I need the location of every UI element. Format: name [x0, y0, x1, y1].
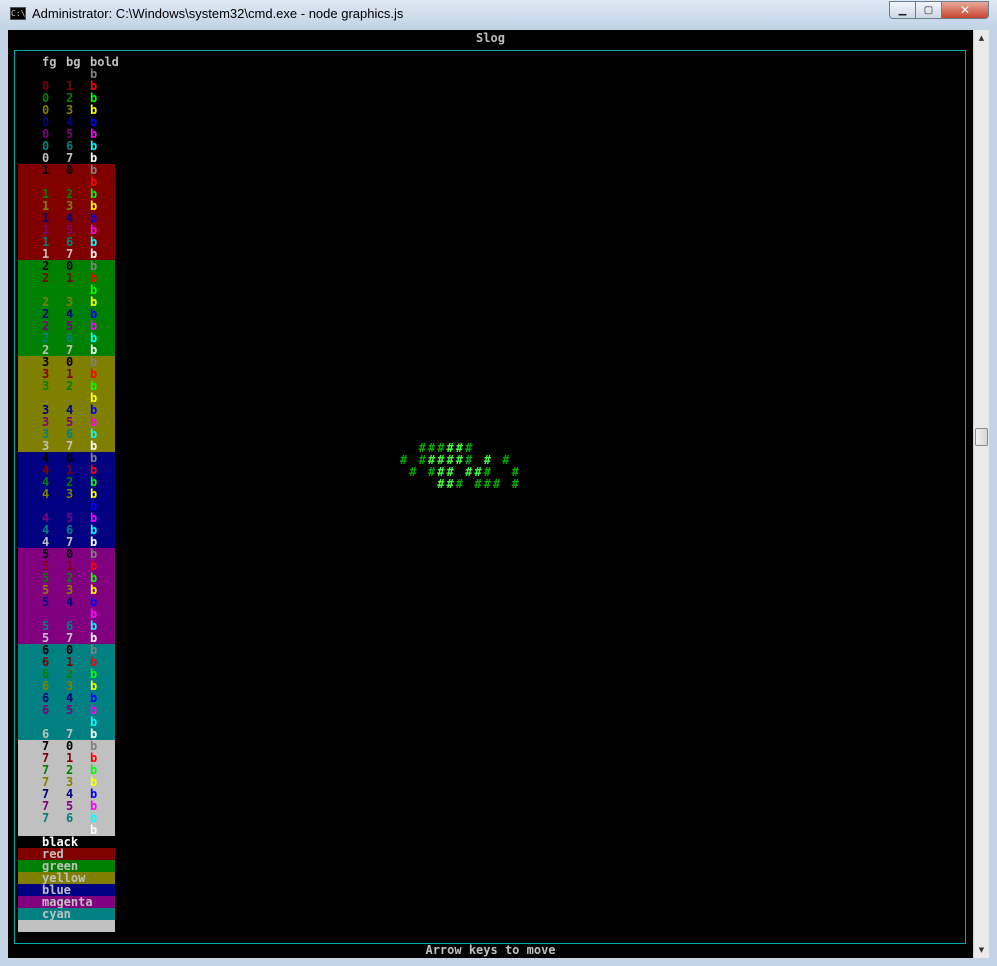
console-title: Slog — [476, 31, 505, 45]
fg-value: 1 — [42, 163, 50, 177]
color-swatch — [18, 920, 115, 932]
sprite-cell: # — [418, 453, 426, 467]
sprite-cell: # — [502, 453, 510, 467]
sprite-cell: # — [437, 477, 445, 491]
scroll-up-icon[interactable]: ▲ — [974, 30, 989, 46]
minimize-icon: ▁ — [898, 4, 907, 16]
title-bar: C:\ Administrator: C:\Windows\system32\c… — [0, 0, 997, 28]
fg-value: 5 — [42, 595, 50, 609]
console-footer: Arrow keys to move — [425, 943, 556, 957]
scroll-down-icon[interactable]: ▼ — [974, 942, 989, 958]
bold-sample: b — [90, 823, 98, 837]
maximize-button[interactable]: ▢ — [916, 1, 942, 19]
minimize-button[interactable]: ▁ — [889, 1, 916, 19]
sprite-cell: # — [427, 465, 436, 479]
console-frame — [14, 50, 966, 944]
bg-value: 5 — [66, 703, 74, 717]
cmd-icon[interactable]: C:\ — [10, 7, 26, 20]
bg-value: 0 — [66, 163, 74, 177]
window-title: Administrator: C:\Windows\system32\cmd.e… — [32, 6, 404, 21]
fg-value: 3 — [42, 379, 50, 393]
sprite-cell: # — [465, 465, 473, 479]
sprite-cell: # — [455, 453, 464, 467]
maximize-icon: ▢ — [923, 4, 934, 16]
vertical-scrollbar[interactable]: ▲ ▼ — [973, 30, 989, 958]
sprite-cell: # — [455, 477, 464, 491]
fg-value: 7 — [42, 811, 50, 825]
sprite-cell: # — [511, 477, 519, 491]
sprite-cell: # — [400, 453, 408, 467]
sprite-cell: # — [474, 477, 482, 491]
sprite-cell: # — [483, 477, 491, 491]
scroll-thumb[interactable] — [975, 428, 988, 446]
fg-value: 4 — [42, 487, 50, 501]
console-area[interactable]: Slog Arrow keys to move fg bg bold b01b0… — [8, 30, 973, 958]
sprite-cell: # — [446, 477, 454, 491]
sprite-cell: # — [409, 465, 417, 479]
bg-value: 1 — [66, 271, 74, 285]
close-button[interactable]: ✕ — [942, 1, 989, 19]
header-bg: bg — [66, 55, 81, 69]
bg-value: 6 — [66, 811, 74, 825]
fg-value: 2 — [42, 271, 50, 285]
fg-value: 6 — [42, 703, 50, 717]
sprite-cell: # — [493, 477, 501, 491]
bg-value: 2 — [66, 379, 74, 393]
header-fg: fg — [42, 55, 57, 69]
close-icon: ✕ — [959, 3, 971, 17]
bg-value: 4 — [66, 595, 74, 609]
color-name-label: cyan — [42, 907, 71, 921]
bg-value: 3 — [66, 487, 74, 501]
window-controls: ▁ ▢ ✕ — [889, 1, 989, 20]
